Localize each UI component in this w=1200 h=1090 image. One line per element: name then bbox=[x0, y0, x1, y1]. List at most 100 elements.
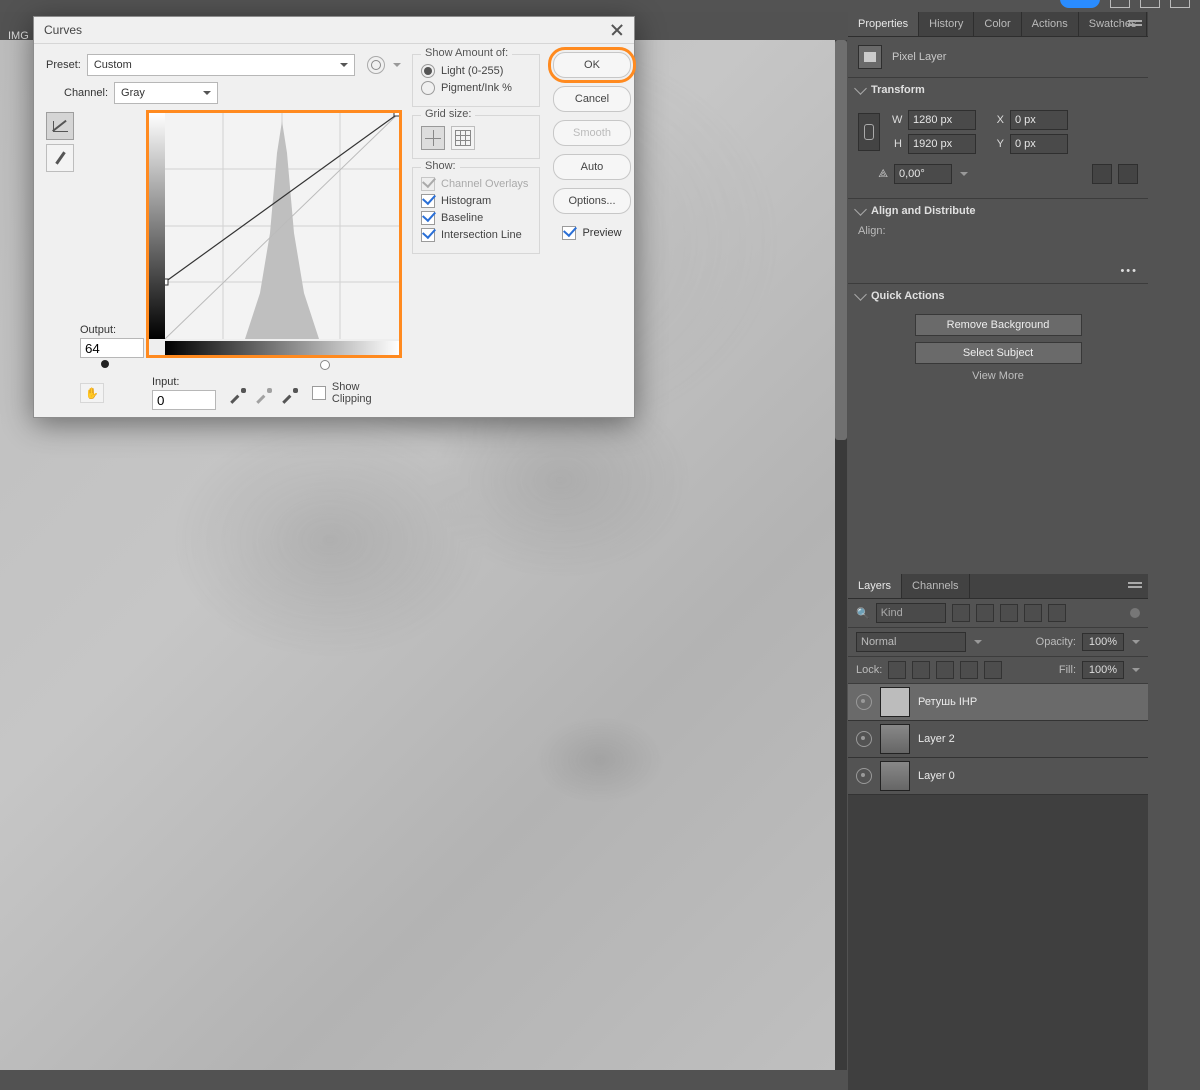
layers-menu-icon[interactable] bbox=[1128, 580, 1142, 590]
tab-color[interactable]: Color bbox=[974, 12, 1021, 36]
tab-channels[interactable]: Channels bbox=[902, 574, 969, 598]
align-header[interactable]: Align and Distribute bbox=[848, 199, 1148, 223]
show-clipping-option[interactable]: Show Clipping bbox=[312, 381, 402, 405]
filter-type-icon[interactable] bbox=[1000, 604, 1018, 622]
flip-vertical-icon[interactable] bbox=[1118, 164, 1138, 184]
search-icon[interactable] bbox=[1110, 0, 1130, 8]
fill-value[interactable]: 100% bbox=[1082, 661, 1124, 679]
grid-coarse-button[interactable] bbox=[421, 126, 445, 150]
curve-tool-button[interactable] bbox=[46, 112, 74, 140]
light-radio[interactable] bbox=[421, 64, 435, 78]
gear-icon[interactable] bbox=[367, 56, 385, 74]
layer-name[interactable]: Layer 2 bbox=[918, 733, 955, 745]
layer-thumbnail[interactable] bbox=[880, 687, 910, 717]
cancel-button[interactable]: Cancel bbox=[553, 86, 631, 112]
more-align-icon[interactable]: ••• bbox=[848, 265, 1148, 283]
curves-plot[interactable] bbox=[165, 113, 399, 339]
show-clipping-checkbox[interactable] bbox=[312, 386, 326, 400]
filter-pixel-icon[interactable] bbox=[952, 604, 970, 622]
vertical-scrollbar[interactable] bbox=[835, 40, 847, 1070]
auto-button[interactable]: Auto bbox=[553, 154, 631, 180]
x-input[interactable] bbox=[1010, 110, 1068, 130]
visibility-icon[interactable] bbox=[856, 694, 872, 710]
workspace-icon[interactable] bbox=[1170, 0, 1190, 8]
align-top-icon[interactable] bbox=[1068, 243, 1086, 261]
lock-transparent-icon[interactable] bbox=[888, 661, 906, 679]
align-bottom-icon[interactable] bbox=[1120, 243, 1138, 261]
tab-layers[interactable]: Layers bbox=[848, 574, 902, 598]
angle-input[interactable] bbox=[894, 164, 952, 184]
gray-eyedropper-icon[interactable] bbox=[256, 388, 272, 404]
black-eyedropper-icon[interactable] bbox=[230, 388, 246, 404]
layer-name[interactable]: Layer 0 bbox=[918, 770, 955, 782]
on-image-adjust-button[interactable]: ✋ bbox=[80, 383, 104, 403]
white-eyedropper-icon[interactable] bbox=[282, 388, 298, 404]
pigment-radio-row[interactable]: Pigment/Ink % bbox=[421, 81, 531, 95]
white-point-handle[interactable] bbox=[320, 360, 330, 370]
panel-menu-icon[interactable] bbox=[1128, 18, 1142, 28]
align-hcenter-icon[interactable] bbox=[884, 243, 902, 261]
align-right-icon[interactable] bbox=[910, 243, 928, 261]
blend-mode-select[interactable]: Normal bbox=[856, 632, 966, 652]
smooth-button[interactable]: Smooth bbox=[553, 120, 631, 146]
filter-smart-icon[interactable] bbox=[1048, 604, 1066, 622]
preview-checkbox[interactable] bbox=[562, 226, 576, 240]
input-input[interactable] bbox=[152, 390, 216, 410]
opacity-value[interactable]: 100% bbox=[1082, 633, 1124, 651]
baseline-checkbox[interactable] bbox=[421, 211, 435, 225]
layer-kind-select[interactable]: Kind bbox=[876, 603, 946, 623]
width-input[interactable] bbox=[908, 110, 976, 130]
grid-fine-button[interactable] bbox=[451, 126, 475, 150]
scrollbar-thumb[interactable] bbox=[835, 40, 847, 440]
link-wh-icon[interactable] bbox=[858, 113, 880, 151]
filter-adjust-icon[interactable] bbox=[976, 604, 994, 622]
light-radio-row[interactable]: Light (0-255) bbox=[421, 64, 531, 78]
share-pill[interactable] bbox=[1060, 0, 1100, 8]
intersection-row[interactable]: Intersection Line bbox=[421, 228, 531, 242]
align-left-icon[interactable] bbox=[858, 243, 876, 261]
pigment-radio[interactable] bbox=[421, 81, 435, 95]
filter-toggle-icon[interactable] bbox=[1130, 608, 1140, 618]
intersection-checkbox[interactable] bbox=[421, 228, 435, 242]
lock-image-icon[interactable] bbox=[912, 661, 930, 679]
pencil-tool-button[interactable] bbox=[46, 144, 74, 172]
preset-menu-icon[interactable] bbox=[393, 63, 401, 71]
dialog-titlebar[interactable]: Curves bbox=[34, 17, 634, 44]
quick-actions-header[interactable]: Quick Actions bbox=[848, 284, 1148, 308]
align-vcenter-icon[interactable] bbox=[1094, 243, 1112, 261]
visibility-icon[interactable] bbox=[856, 731, 872, 747]
close-icon[interactable] bbox=[610, 23, 624, 37]
visibility-icon[interactable] bbox=[856, 768, 872, 784]
layer-thumbnail[interactable] bbox=[880, 761, 910, 791]
filter-shape-icon[interactable] bbox=[1024, 604, 1042, 622]
y-input[interactable] bbox=[1010, 134, 1068, 154]
height-input[interactable] bbox=[908, 134, 976, 154]
ok-button[interactable]: OK bbox=[553, 52, 631, 78]
layer-row[interactable]: Layer 0 bbox=[848, 758, 1148, 795]
view-more-link[interactable]: View More bbox=[848, 370, 1148, 382]
channel-select[interactable]: Gray bbox=[114, 82, 218, 104]
tab-history[interactable]: History bbox=[919, 12, 974, 36]
layer-thumbnail[interactable] bbox=[880, 724, 910, 754]
output-input[interactable] bbox=[80, 338, 144, 358]
layer-row[interactable]: Ретушь IHP bbox=[848, 684, 1148, 721]
layer-name[interactable]: Ретушь IHP bbox=[918, 696, 977, 708]
lock-artboard-icon[interactable] bbox=[960, 661, 978, 679]
lock-position-icon[interactable] bbox=[936, 661, 954, 679]
preset-select[interactable]: Custom bbox=[87, 54, 355, 76]
flip-horizontal-icon[interactable] bbox=[1092, 164, 1112, 184]
transform-header[interactable]: Transform bbox=[848, 78, 1148, 102]
layer-row[interactable]: Layer 2 bbox=[848, 721, 1148, 758]
baseline-row[interactable]: Baseline bbox=[421, 211, 531, 225]
black-point-handle[interactable] bbox=[101, 360, 109, 368]
select-subject-button[interactable]: Select Subject bbox=[915, 342, 1082, 364]
arrange-icon[interactable] bbox=[1140, 0, 1160, 8]
preview-row[interactable]: Preview bbox=[562, 226, 621, 240]
tab-actions[interactable]: Actions bbox=[1022, 12, 1079, 36]
lock-all-icon[interactable] bbox=[984, 661, 1002, 679]
tab-properties[interactable]: Properties bbox=[848, 12, 919, 36]
remove-background-button[interactable]: Remove Background bbox=[915, 314, 1082, 336]
curves-graph[interactable] bbox=[149, 113, 399, 355]
input-range-slider[interactable] bbox=[98, 360, 332, 370]
options-button[interactable]: Options... bbox=[553, 188, 631, 214]
